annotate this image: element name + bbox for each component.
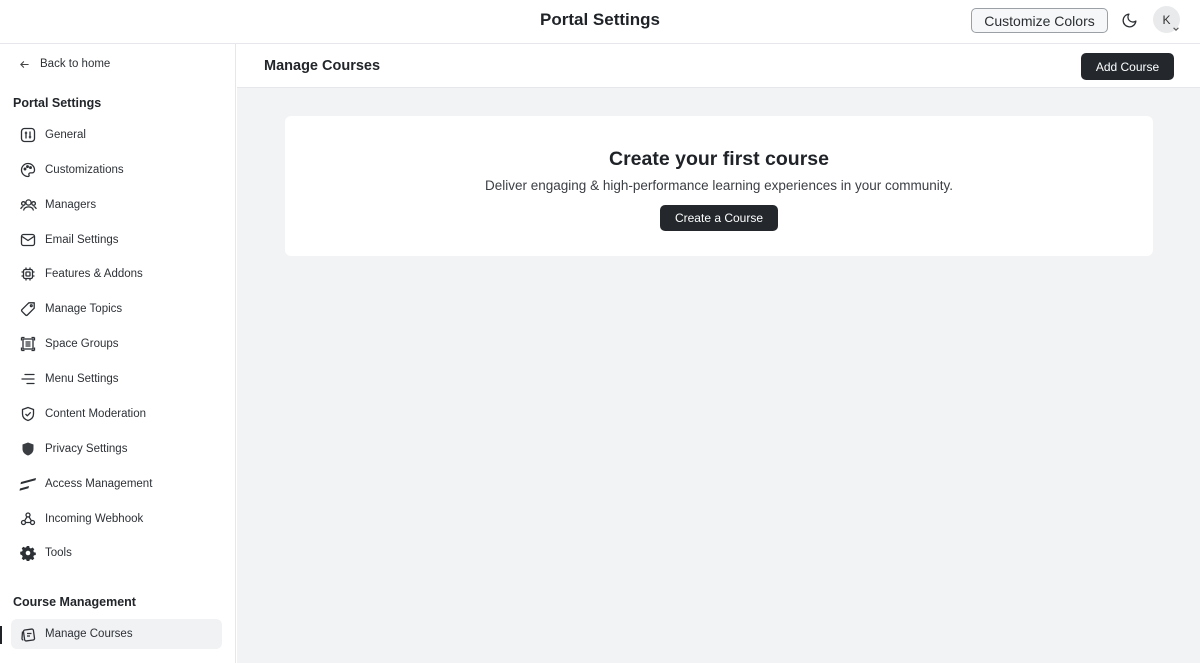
- page-title: Manage Courses: [264, 58, 381, 74]
- sidebar-item-incoming-webhook[interactable]: Incoming Webhook: [11, 504, 222, 534]
- chevron-down-icon: [1173, 27, 1179, 31]
- sidebar-item-features-addons[interactable]: Features & Addons: [11, 259, 222, 289]
- access-icon: [19, 475, 37, 493]
- empty-state-title: Create your first course: [609, 148, 829, 170]
- sidebar-item-manage-courses[interactable]: Manage Courses: [11, 619, 222, 649]
- sidebar-item-label: Manage Topics: [45, 303, 123, 315]
- sidebar-item-label: General: [45, 129, 86, 141]
- sidebar-item-label: Content Moderation: [45, 408, 147, 420]
- back-to-home-label: Back to home: [40, 58, 111, 70]
- gear-icon: [19, 544, 37, 562]
- sidebar-item-label: Features & Addons: [45, 268, 143, 280]
- sidebar-item-label: Managers: [45, 199, 97, 211]
- cards-icon: [19, 625, 37, 643]
- top-header: Portal Settings Customize Colors K: [0, 0, 1200, 44]
- webhook-icon: [19, 510, 37, 528]
- create-course-button[interactable]: Create a Course: [660, 205, 778, 231]
- sidebar-item-content-moderation[interactable]: Content Moderation: [11, 399, 222, 429]
- sidebar-item-label: Customizations: [45, 164, 124, 176]
- sidebar-item-menu-settings[interactable]: Menu Settings: [11, 364, 222, 394]
- content-header: Manage Courses Add Course: [237, 44, 1200, 88]
- sidebar-item-manage-topics[interactable]: Manage Topics: [11, 294, 222, 324]
- dark-mode-toggle[interactable]: [1119, 10, 1139, 30]
- sidebar-item-label: Email Settings: [45, 234, 119, 246]
- sidebar-item-label: Privacy Settings: [45, 443, 128, 455]
- users-icon: [19, 196, 37, 214]
- sidebar-item-label: Access Management: [45, 478, 153, 490]
- tag-icon: [19, 300, 37, 318]
- course-management-heading: Course Management: [13, 595, 136, 609]
- moon-icon: [1122, 12, 1137, 27]
- palette-icon: [19, 161, 37, 179]
- menu-icon: [19, 370, 37, 388]
- sidebar-item-label: Incoming Webhook: [45, 513, 144, 525]
- general-icon: [19, 126, 37, 144]
- avatar-initial: K: [1162, 12, 1171, 27]
- shield-check-icon: [19, 405, 37, 423]
- shield-icon: [19, 440, 37, 458]
- empty-state-card: Create your first course Deliver engagin…: [285, 116, 1153, 256]
- back-to-home-link[interactable]: Back to home: [19, 56, 110, 72]
- empty-state-subtitle: Deliver engaging & high-performance lear…: [485, 178, 953, 193]
- mail-icon: [19, 231, 37, 249]
- sidebar-item-label: Manage Courses: [45, 628, 133, 640]
- sidebar: Back to home Portal Settings General Cus…: [0, 44, 236, 663]
- sidebar-item-general[interactable]: General: [11, 120, 222, 150]
- main-content: Manage Courses Add Course Create your fi…: [237, 44, 1200, 663]
- sidebar-item-email-settings[interactable]: Email Settings: [11, 225, 222, 255]
- portal-settings-heading: Portal Settings: [13, 96, 102, 110]
- sidebar-item-label: Space Groups: [45, 338, 119, 350]
- sidebar-item-privacy-settings[interactable]: Privacy Settings: [11, 434, 222, 464]
- add-course-button[interactable]: Add Course: [1081, 53, 1174, 80]
- sidebar-item-label: Tools: [45, 547, 72, 559]
- active-indicator: [0, 626, 2, 644]
- sidebar-item-access-management[interactable]: Access Management: [11, 469, 222, 499]
- arrow-left-icon: [20, 60, 29, 68]
- sidebar-item-customizations[interactable]: Customizations: [11, 155, 222, 185]
- sidebar-item-managers[interactable]: Managers: [11, 190, 222, 220]
- customize-colors-button[interactable]: Customize Colors: [971, 8, 1108, 33]
- chip-icon: [19, 265, 37, 283]
- sidebar-item-space-groups[interactable]: Space Groups: [11, 329, 222, 359]
- sidebar-item-tools[interactable]: Tools: [11, 538, 222, 568]
- sidebar-item-label: Menu Settings: [45, 373, 119, 385]
- space-groups-icon: [19, 335, 37, 353]
